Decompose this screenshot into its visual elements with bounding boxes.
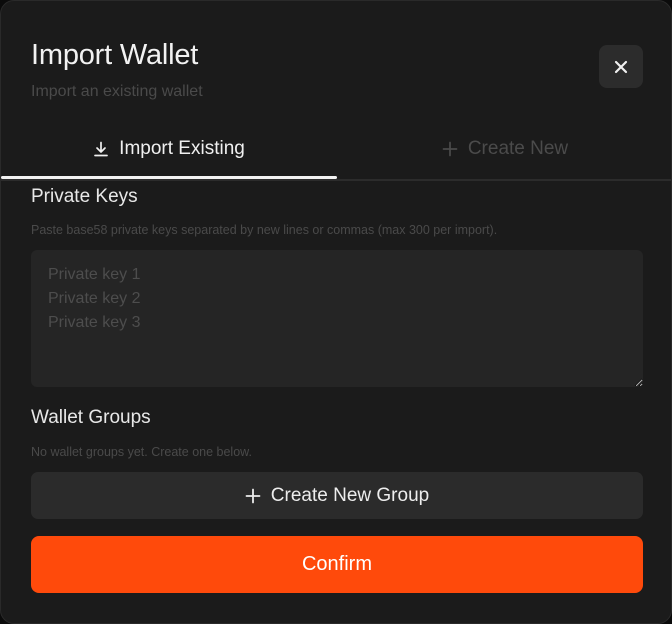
plus-icon bbox=[245, 488, 261, 503]
tab-import-existing[interactable]: Import Existing bbox=[1, 119, 337, 179]
import-wallet-dialog: Import Wallet Import an existing wallet … bbox=[0, 0, 672, 624]
tab-label: Import Existing bbox=[119, 138, 245, 159]
download-icon bbox=[94, 141, 109, 157]
private-keys-input[interactable] bbox=[31, 250, 643, 387]
tab-label: Create New bbox=[467, 138, 569, 159]
tab-create-new[interactable]: Create New bbox=[337, 119, 671, 179]
dialog-subtitle: Import an existing wallet bbox=[31, 83, 203, 100]
close-button[interactable] bbox=[599, 45, 643, 88]
dialog-title: Import Wallet bbox=[31, 39, 199, 71]
create-new-group-label: Create New Group bbox=[270, 484, 430, 506]
confirm-button[interactable]: Confirm bbox=[31, 536, 643, 593]
create-new-group-button[interactable]: Create New Group bbox=[31, 472, 643, 519]
wallet-groups-empty-text: No wallet groups yet. Create one below. bbox=[31, 445, 252, 459]
close-icon bbox=[614, 60, 628, 73]
confirm-label: Confirm bbox=[301, 553, 372, 575]
wallet-groups-label: Wallet Groups bbox=[31, 407, 151, 428]
tab-bar: Import Existing Create New bbox=[1, 119, 671, 181]
active-tab-indicator bbox=[1, 176, 337, 179]
private-keys-label: Private Keys bbox=[31, 186, 138, 207]
private-keys-hint: Paste base58 private keys separated by n… bbox=[31, 223, 498, 237]
plus-icon bbox=[442, 141, 458, 157]
